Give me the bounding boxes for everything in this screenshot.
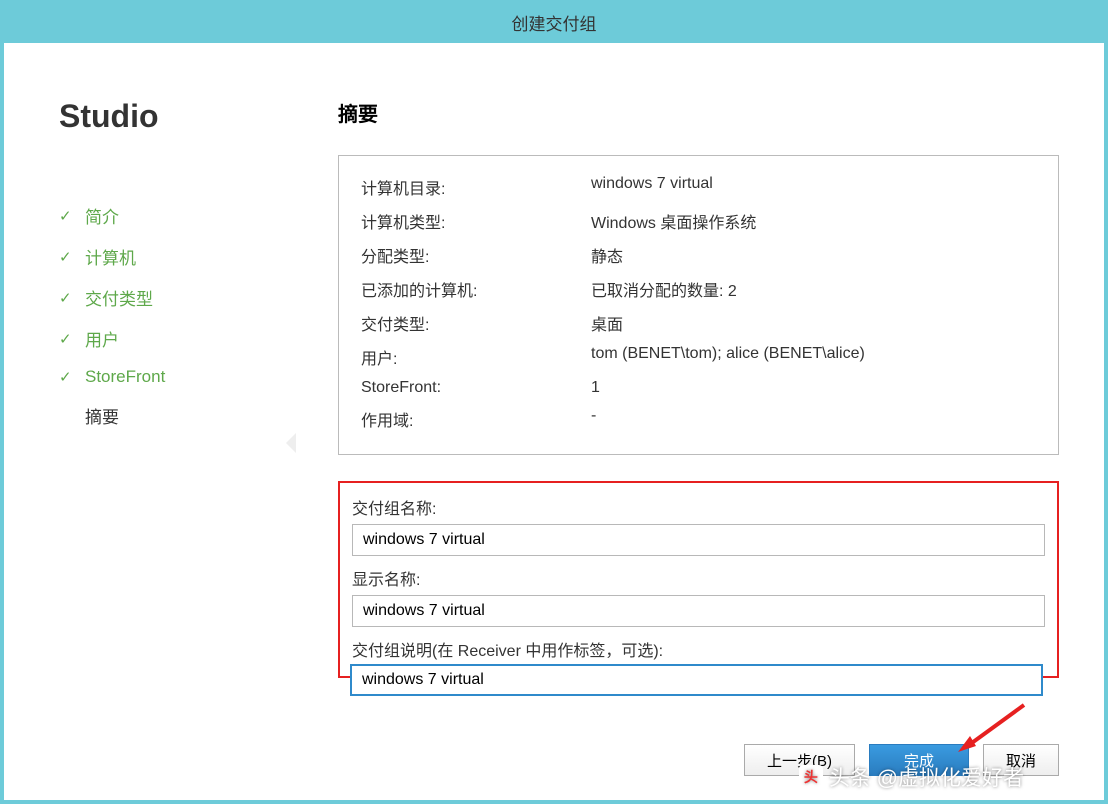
check-icon: ✓ [59, 248, 79, 266]
summary-value: 1 [591, 379, 1036, 397]
check-icon: ✓ [59, 207, 79, 225]
delivery-group-name-input[interactable] [352, 524, 1045, 556]
check-icon: ✓ [59, 289, 79, 307]
titlebar: 创建交付组 [4, 4, 1104, 43]
sidebar: Studio ✓ 简介 ✓ 计算机 ✓ 交付类型 ✓ 用户 ✓ StoreFront ✓摘… [4, 43, 290, 800]
window-body: Studio ✓ 简介 ✓ 计算机 ✓ 交付类型 ✓ 用户 ✓ StoreFront ✓摘… [4, 43, 1104, 800]
step-list: ✓ 简介 ✓ 计算机 ✓ 交付类型 ✓ 用户 ✓ StoreFront ✓摘要 [59, 195, 290, 436]
step-machines[interactable]: ✓ 计算机 [59, 236, 290, 277]
summary-value: tom (BENET\tom); alice (BENET\alice) [591, 345, 1036, 369]
summary-value: windows 7 virtual [591, 175, 1036, 199]
summary-value: Windows 桌面操作系统 [591, 209, 1036, 233]
summary-value: - [591, 407, 1036, 431]
description-input[interactable] [350, 664, 1043, 696]
check-icon: ✓ [59, 330, 79, 348]
summary-key: 用户: [361, 345, 591, 369]
summary-row: 已添加的计算机:已取消分配的数量: 2 [361, 272, 1036, 306]
summary-value: 已取消分配的数量: 2 [591, 277, 1036, 301]
watermark: 头 头条 @虚拟化爱好者 [799, 762, 1024, 792]
summary-key: 已添加的计算机: [361, 277, 591, 301]
display-name-input[interactable] [352, 595, 1045, 627]
summary-key: 分配类型: [361, 243, 591, 267]
delivery-group-name-label: 交付组名称: [352, 495, 1045, 519]
step-label: 简介 [85, 203, 119, 228]
summary-key: StoreFront: [361, 379, 591, 397]
display-name-label: 显示名称: [352, 566, 1045, 590]
watermark-text: 头条 @虚拟化爱好者 [829, 762, 1024, 792]
summary-value: 静态 [591, 243, 1036, 267]
summary-row: 计算机类型:Windows 桌面操作系统 [361, 204, 1036, 238]
main-panel: 摘要 计算机目录:windows 7 virtual 计算机类型:Windows… [290, 43, 1104, 800]
summary-row: 作用域:- [361, 402, 1036, 436]
step-intro[interactable]: ✓ 简介 [59, 195, 290, 236]
step-storefront[interactable]: ✓ StoreFront [59, 359, 290, 395]
window-title: 创建交付组 [512, 15, 597, 34]
check-icon: ✓ [59, 368, 79, 386]
watermark-icon: 头 [799, 765, 823, 789]
step-label: StoreFront [85, 367, 165, 387]
wizard-window: 创建交付组 Studio ✓ 简介 ✓ 计算机 ✓ 交付类型 ✓ 用户 ✓ StoreFr… [4, 4, 1104, 800]
highlight-box: 交付组名称: 显示名称: 交付组说明(在 Receiver 中用作标签，可选): [338, 481, 1059, 678]
step-label: 用户 [85, 326, 119, 351]
summary-key: 作用域: [361, 407, 591, 431]
summary-value: 桌面 [591, 311, 1036, 335]
step-label: 计算机 [85, 244, 136, 269]
step-label: 交付类型 [85, 285, 153, 310]
summary-row: 交付类型:桌面 [361, 306, 1036, 340]
summary-row: StoreFront:1 [361, 374, 1036, 402]
page-heading: 摘要 [338, 98, 1059, 127]
summary-key: 计算机类型: [361, 209, 591, 233]
summary-key: 交付类型: [361, 311, 591, 335]
summary-key: 计算机目录: [361, 175, 591, 199]
description-label: 交付组说明(在 Receiver 中用作标签，可选): [352, 637, 1045, 661]
step-delivery-type[interactable]: ✓ 交付类型 [59, 277, 290, 318]
brand-label: Studio [59, 98, 290, 135]
summary-box: 计算机目录:windows 7 virtual 计算机类型:Windows 桌面… [338, 155, 1059, 455]
step-label: 摘要 [85, 403, 119, 428]
step-users[interactable]: ✓ 用户 [59, 318, 290, 359]
summary-row: 计算机目录:windows 7 virtual [361, 170, 1036, 204]
summary-row: 用户:tom (BENET\tom); alice (BENET\alice) [361, 340, 1036, 374]
step-summary[interactable]: ✓摘要 [59, 395, 290, 436]
summary-row: 分配类型:静态 [361, 238, 1036, 272]
